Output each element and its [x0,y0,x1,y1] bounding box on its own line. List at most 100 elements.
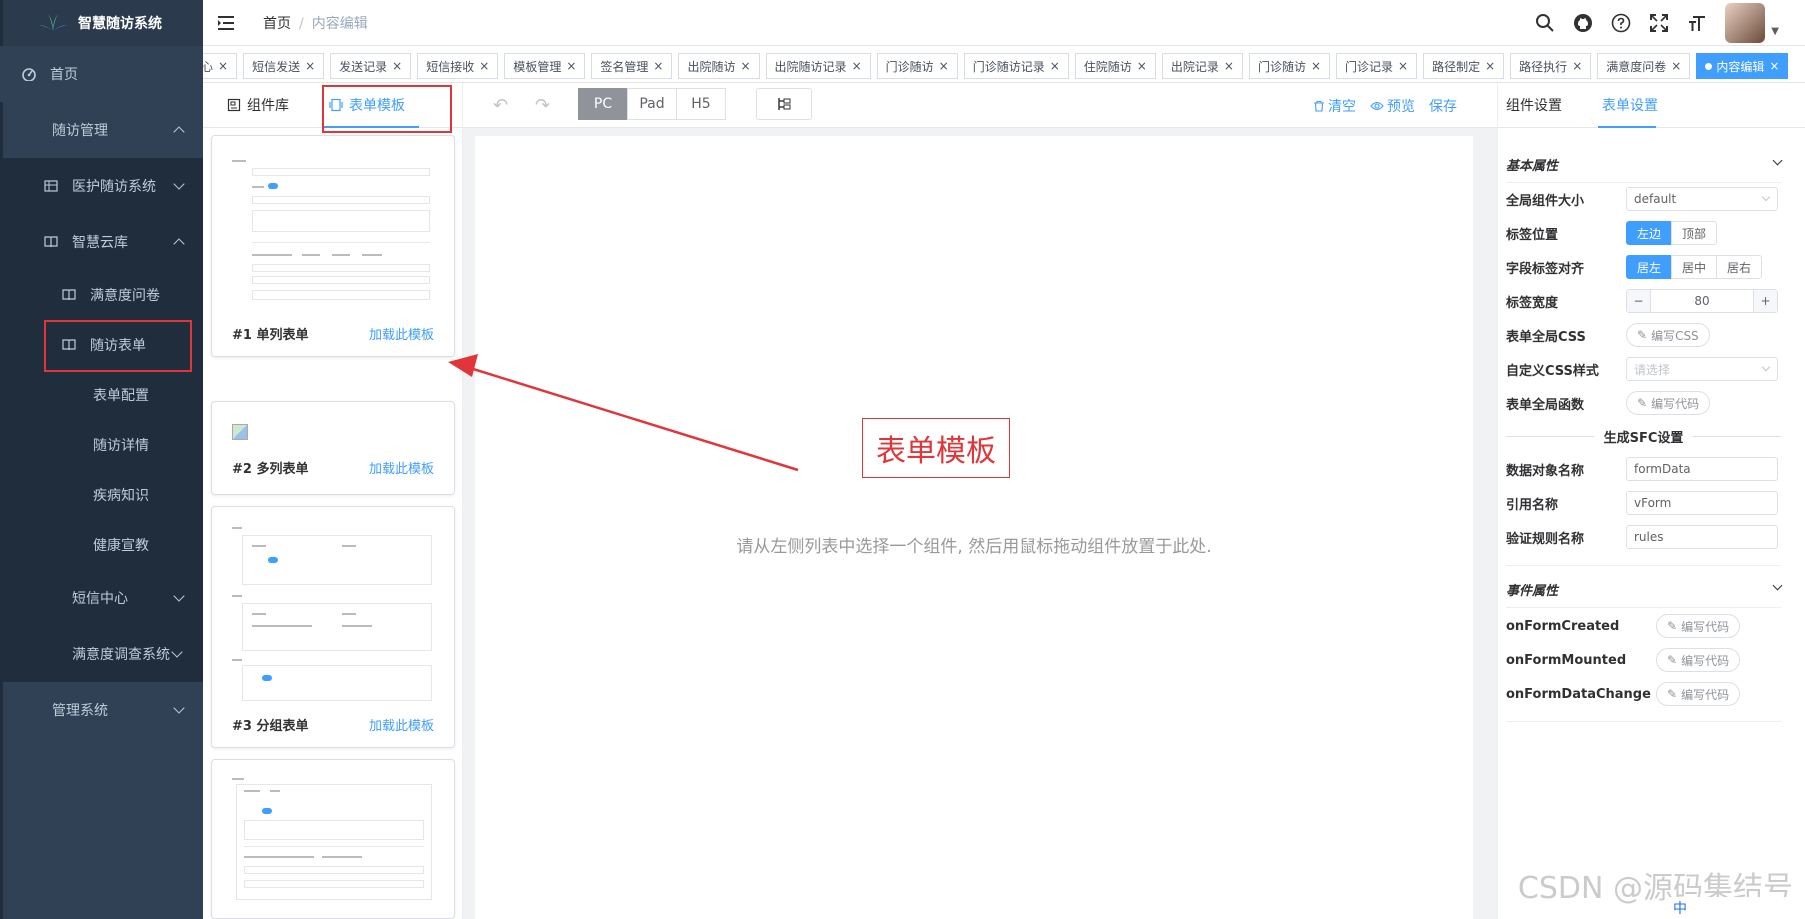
tag-item[interactable]: 门诊记录 × [1336,53,1418,79]
sidebar-item-followup-mgmt[interactable]: 随访管理 [0,102,203,158]
sidebar-item-followup-detail[interactable]: 随访详情 [0,420,203,470]
load-template-button[interactable]: 加载此模板 [369,458,434,477]
tag-item[interactable]: 短信接收 × [417,53,499,79]
redo-icon[interactable]: ↷ [535,95,550,116]
sidebar-item-satisfaction[interactable]: 满意度问卷 [0,270,203,320]
tab-form-settings[interactable]: 表单设置 [1602,95,1658,115]
close-icon[interactable]: × [392,59,402,73]
tag-item[interactable]: 门诊随访 × [1248,53,1331,79]
edit-code-button[interactable]: ✎ 编写代码 [1626,391,1711,415]
label-pos-top[interactable]: 顶部 [1671,221,1718,245]
search-icon[interactable] [1535,13,1555,33]
tag-item[interactable]: 短信发送 × [243,53,325,79]
data-object-input[interactable]: formData [1626,457,1778,481]
preview-button[interactable]: 预览 [1370,96,1415,116]
sidebar-item-cloud[interactable]: 智慧云库 [0,214,203,270]
close-icon[interactable]: × [305,59,315,73]
edit-code-button[interactable]: ✎ 编写代码 [1656,648,1741,672]
edit-css-button[interactable]: ✎ 编写CSS [1626,323,1710,347]
close-icon[interactable]: × [1769,59,1779,73]
tag-item[interactable]: 出院随访记录 × [765,53,871,79]
close-icon[interactable]: × [740,59,750,73]
tag-item[interactable]: 模板管理 × [504,53,586,79]
tag-item[interactable]: 路径执行 × [1510,53,1592,79]
align-right[interactable]: 居右 [1716,255,1763,279]
tag-item[interactable]: 门诊随访 × [876,53,958,79]
device-pc-button[interactable]: PC [578,88,628,120]
sidebar-item-survey-system[interactable]: 满意度调查系统 [0,626,203,682]
sidebar-item-sms-center[interactable]: 短信中心 [0,570,203,626]
breadcrumb-home[interactable]: 首页 [263,16,291,32]
stepper-value[interactable]: 80 [1651,290,1753,312]
font-size-icon[interactable] [1687,13,1707,33]
tab-component-settings[interactable]: 组件设置 [1506,95,1562,115]
template-card-2[interactable]: #2 多列表单 加载此模板 [211,401,455,495]
template-card-1[interactable]: #1 单列表单 加载此模板 [211,135,455,357]
close-icon[interactable]: × [1224,59,1234,73]
edit-code-button[interactable]: ✎ 编写代码 [1656,614,1741,638]
avatar[interactable] [1725,3,1766,43]
custom-css-select[interactable]: 请选择 [1626,357,1778,381]
undo-icon[interactable]: ↶ [493,95,508,116]
tag-item[interactable]: 出院记录 × [1161,53,1243,79]
tag-item[interactable]: 门诊随访记录 × [963,53,1069,79]
tag-item[interactable]: 心 × [203,53,238,79]
ime-toolbar[interactable]: 中 [1665,897,1805,919]
load-template-button[interactable]: 加载此模板 [369,715,434,734]
hamburger-icon[interactable] [217,15,235,30]
form-canvas[interactable]: 请从左侧列表中选择一个组件, 然后用鼠标拖动组件放置于此处. [475,136,1473,919]
close-icon[interactable]: × [1050,59,1060,73]
help-icon[interactable] [1611,13,1631,33]
tag-item[interactable]: 路径制定 × [1423,53,1505,79]
close-icon[interactable]: × [852,59,862,73]
sidebar-item-home[interactable]: 首页 [0,46,203,102]
template-card-3[interactable]: #3 分组表单 加载此模板 [211,506,455,748]
size-select[interactable]: default [1626,187,1778,211]
device-h5-button[interactable]: H5 [676,88,726,120]
device-pad-button[interactable]: Pad [627,88,677,120]
label-pos-left[interactable]: 左边 [1626,221,1673,245]
close-icon[interactable]: × [939,59,949,73]
close-icon[interactable]: × [1311,59,1321,73]
rules-name-input[interactable]: rules [1626,525,1778,549]
node-tree-button[interactable] [756,88,812,120]
caret-down-icon[interactable]: ▼ [1771,26,1779,37]
fullscreen-icon[interactable] [1649,13,1669,33]
tag-item[interactable]: 满意度问卷 × [1597,53,1691,79]
sidebar-item-health-edu[interactable]: 健康宣教 [0,520,203,570]
increment-button[interactable]: + [1753,290,1777,312]
close-icon[interactable]: × [653,59,663,73]
event-section-header[interactable]: 事件属性 [1506,580,1783,600]
close-icon[interactable]: × [1572,59,1582,73]
edit-code-button[interactable]: ✎ 编写代码 [1656,682,1741,706]
basic-section-header[interactable]: 基本属性 [1506,155,1783,175]
load-template-button[interactable]: 加载此模板 [369,324,434,343]
decrement-button[interactable]: − [1627,290,1651,312]
tag-item[interactable]: 内容编辑 × [1696,53,1789,79]
github-icon[interactable] [1573,13,1593,33]
template-card-4[interactable] [211,759,455,919]
close-icon[interactable]: × [1398,59,1408,73]
tag-item[interactable]: 发送记录 × [330,53,412,79]
save-button[interactable]: 保存 [1429,96,1457,116]
close-icon[interactable]: × [479,59,489,73]
tag-item[interactable]: 出院随访 × [678,53,760,79]
sidebar-item-form-config[interactable]: 表单配置 [0,370,203,420]
align-center[interactable]: 居中 [1671,255,1718,279]
logo[interactable]: 智慧随访系统 [0,0,203,46]
sidebar-item-admin-system[interactable]: 管理系统 [0,682,203,738]
sidebar-item-nursing-system[interactable]: 医护随访系统 [0,158,203,214]
label-width-stepper[interactable]: − 80 + [1626,289,1778,313]
tab-components[interactable]: 组件库 [227,95,289,115]
close-icon[interactable]: × [1671,59,1681,73]
ref-name-input[interactable]: vForm [1626,491,1778,515]
close-icon[interactable]: × [1485,59,1495,73]
close-icon[interactable]: × [218,59,228,73]
align-left[interactable]: 居左 [1626,255,1673,279]
close-icon[interactable]: × [566,59,576,73]
sidebar-item-disease-knowledge[interactable]: 疾病知识 [0,470,203,520]
clear-button[interactable]: 清空 [1313,96,1356,116]
close-icon[interactable]: × [1137,59,1147,73]
tag-item[interactable]: 签名管理 × [591,53,673,79]
tag-item[interactable]: 住院随访 × [1074,53,1156,79]
